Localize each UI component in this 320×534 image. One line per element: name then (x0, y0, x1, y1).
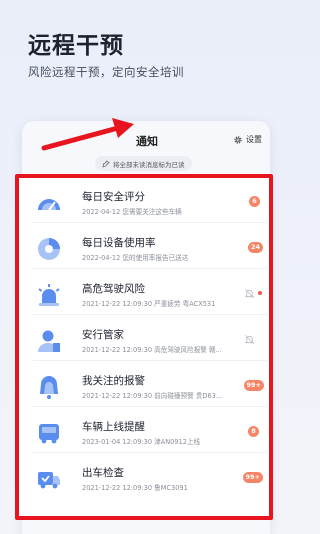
siren-icon (38, 284, 60, 306)
broom-icon (102, 160, 110, 168)
mark-all-read-button[interactable]: 将全部未读消息标为已读 (95, 156, 192, 171)
panel-header: 通知 设置 (22, 121, 270, 161)
panel-title: 通知 (136, 135, 158, 148)
list-item-departure-check[interactable]: 出车检查 2021-12-22 12:09:30 鲁MC3091 99+ (33, 452, 267, 506)
item-description: 2021-12-22 12:09:30 前向碰撞预警 贵D63... (82, 392, 223, 400)
settings-button[interactable]: 设置 (233, 134, 262, 145)
alarm-bell-icon (40, 376, 58, 399)
item-description: 2021-12-22 12:09:30 鲁MC3091 (82, 484, 188, 492)
item-description: 2021-12-22 12:09:30 高危驾驶风险报警 赣... (82, 346, 222, 354)
item-description: 2021-12-22 12:09:30 严重疲劳 粤ACX531 (82, 300, 216, 308)
unread-badge: 8 (248, 426, 259, 437)
list-item-vehicle-online[interactable]: 车辆上线提醒 2023-01-04 12:09:30 津AN0912上线 8 (33, 406, 267, 460)
mute-icon (244, 289, 255, 298)
item-title: 每日安全评分 (82, 191, 145, 203)
list-item-high-risk-driving[interactable]: 高危驾驶风险 2021-12-22 12:09:30 严重疲劳 粤ACX531 (33, 268, 267, 322)
item-title: 我关注的报警 (82, 375, 145, 387)
page-title: 远程干预 (28, 33, 124, 59)
page-subtitle: 风险远程干预，定向安全培训 (28, 65, 184, 79)
settings-label: 设置 (246, 135, 262, 144)
gear-icon (234, 135, 242, 144)
pie-chart-icon (38, 238, 60, 260)
unread-badge: 99+ (243, 380, 264, 391)
gauge-icon (38, 199, 60, 211)
item-title: 每日设备使用率 (82, 237, 156, 249)
item-title: 安行管家 (82, 329, 124, 341)
unread-badge: 24 (247, 242, 263, 253)
item-description: 2022-04-12 您需要关注这些车辆 (82, 208, 182, 216)
item-title: 车辆上线提醒 (82, 421, 145, 433)
list-item-device-usage[interactable]: 每日设备使用率 2022-04-12 您的使用率报告已送达 24 (33, 222, 267, 276)
unread-dot (258, 291, 262, 295)
mute-icon (244, 335, 255, 344)
person-icon (38, 330, 60, 352)
bus-icon (39, 424, 59, 444)
list-item-daily-safety-score[interactable]: 每日安全评分 2022-04-12 您需要关注这些车辆 6 (33, 184, 267, 230)
notification-list: 每日安全评分 2022-04-12 您需要关注这些车辆 6 每日设备使用率 20… (15, 174, 273, 520)
mark-all-read-label: 将全部未读消息标为已读 (113, 160, 185, 169)
item-title: 出车检查 (82, 467, 124, 479)
item-title: 高危驾驶风险 (82, 283, 145, 295)
item-description: 2022-04-12 您的使用率报告已送达 (82, 254, 189, 262)
list-item-safety-steward[interactable]: 安行管家 2021-12-22 12:09:30 高危驾驶风险报警 赣... (33, 314, 267, 368)
truck-check-icon (38, 472, 60, 489)
item-description: 2023-01-04 12:09:30 津AN0912上线 (82, 438, 201, 446)
list-item-followed-alarms[interactable]: 我关注的报警 2021-12-22 12:09:30 前向碰撞预警 贵D63..… (33, 360, 267, 414)
unread-badge: 6 (249, 196, 260, 207)
unread-badge: 99+ (242, 472, 263, 483)
